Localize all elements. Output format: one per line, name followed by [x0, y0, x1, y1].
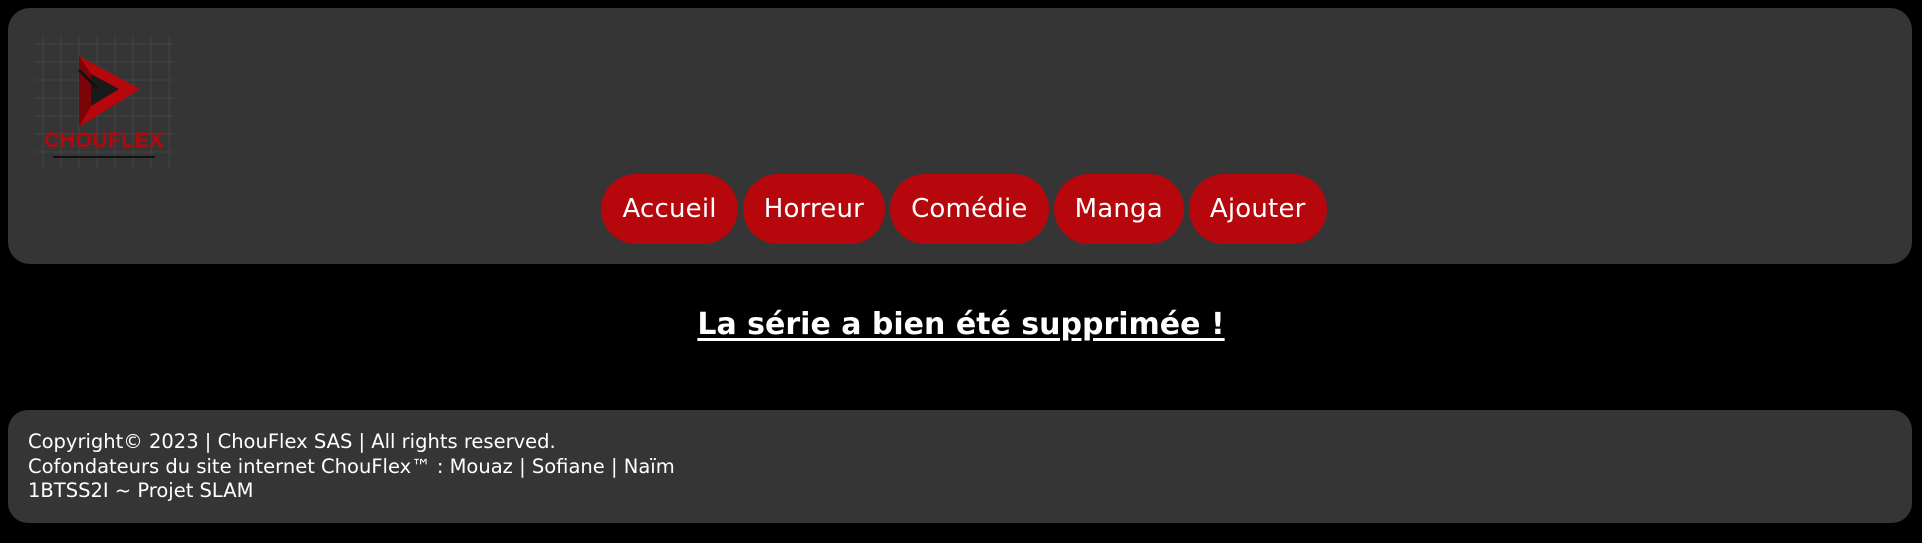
deletion-confirmation-message: La série a bien été supprimée ! [697, 307, 1225, 342]
footer: Copyright© 2023 | ChouFlex SAS | All rig… [8, 410, 1912, 523]
logo-wordmark: CHOUFLEX [44, 129, 164, 152]
nav-item-comedie[interactable]: Comédie [890, 174, 1049, 244]
nav-item-accueil[interactable]: Accueil [601, 174, 738, 244]
nav-item-horreur[interactable]: Horreur [742, 174, 886, 244]
header: CHOUFLEX Accueil Horreur Comédie Manga A… [8, 8, 1912, 264]
nav-item-manga[interactable]: Manga [1053, 174, 1184, 244]
chouflex-logo[interactable]: CHOUFLEX [29, 30, 179, 175]
footer-copyright: Copyright© 2023 | ChouFlex SAS | All rig… [28, 430, 556, 453]
footer-project: 1BTSS2I ~ Projet SLAM [28, 479, 254, 502]
nav-item-ajouter[interactable]: Ajouter [1188, 174, 1327, 244]
footer-cofounders: Cofondateurs du site internet ChouFlex™ … [28, 454, 675, 478]
main-nav: Accueil Horreur Comédie Manga Ajouter [8, 174, 1912, 244]
